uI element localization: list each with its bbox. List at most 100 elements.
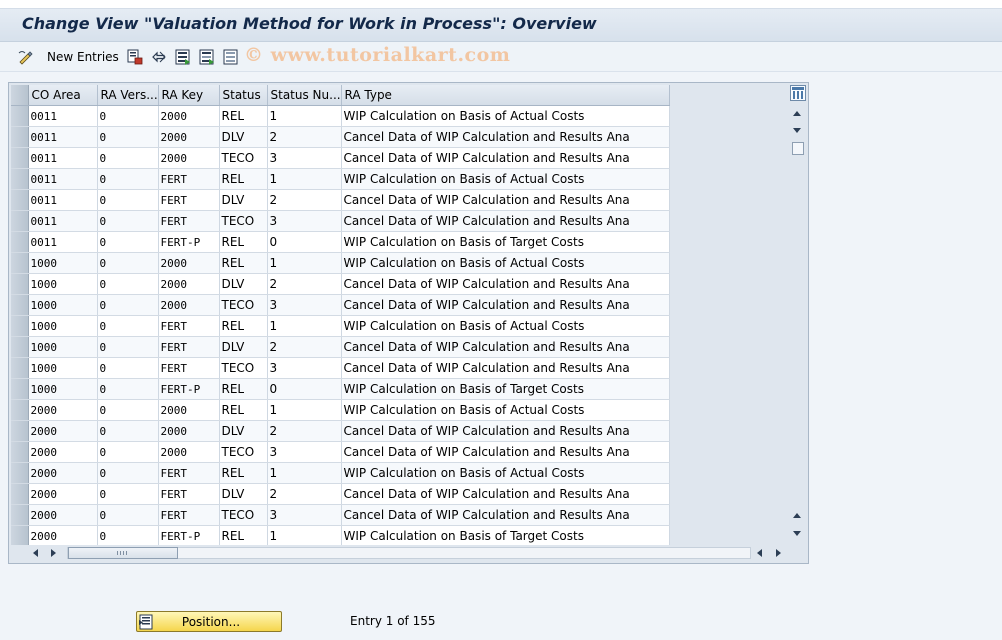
co-area-cell[interactable]: 2000 xyxy=(28,504,98,526)
ra-key-cell[interactable]: FERT xyxy=(158,210,220,232)
co-area-cell[interactable]: 0011 xyxy=(28,231,98,253)
scroll-left-arrow[interactable] xyxy=(33,549,38,557)
ra-version-cell[interactable]: 0 xyxy=(97,378,159,400)
ra-version-cell[interactable]: 0 xyxy=(97,336,159,358)
co-area-cell[interactable]: 0011 xyxy=(28,105,98,127)
status-cell[interactable]: REL xyxy=(219,525,268,547)
ra-type-cell[interactable]: WIP Calculation on Basis of Target Costs xyxy=(341,231,670,253)
ra-type-cell[interactable]: Cancel Data of WIP Calculation and Resul… xyxy=(341,147,670,169)
status-number-cell[interactable]: 2 xyxy=(267,273,342,295)
ra-key-cell[interactable]: 2000 xyxy=(158,252,220,274)
row-selector[interactable] xyxy=(11,273,29,295)
status-cell[interactable]: REL xyxy=(219,378,268,400)
co-area-cell[interactable]: 2000 xyxy=(28,462,98,484)
co-area-cell[interactable]: 2000 xyxy=(28,525,98,547)
co-area-cell[interactable]: 1000 xyxy=(28,273,98,295)
status-number-cell[interactable]: 1 xyxy=(267,525,342,547)
ra-type-cell[interactable]: Cancel Data of WIP Calculation and Resul… xyxy=(341,483,670,505)
status-number-cell[interactable]: 3 xyxy=(267,441,342,463)
ra-key-cell[interactable]: FERT xyxy=(158,504,220,526)
position-button[interactable]: Position... xyxy=(136,611,282,632)
scroll-page-down-arrow[interactable] xyxy=(793,531,801,536)
row-selector[interactable] xyxy=(11,504,29,526)
deselect-all-button[interactable] xyxy=(223,48,239,66)
ra-type-cell[interactable]: Cancel Data of WIP Calculation and Resul… xyxy=(341,273,670,295)
scroll-page-up-arrow[interactable] xyxy=(793,513,801,518)
row-selector[interactable] xyxy=(11,462,29,484)
co-area-cell[interactable]: 0011 xyxy=(28,168,98,190)
ra-type-cell[interactable]: WIP Calculation on Basis of Actual Costs xyxy=(341,105,670,127)
ra-version-cell[interactable]: 0 xyxy=(97,315,159,337)
ra-version-cell[interactable]: 0 xyxy=(97,420,159,442)
co-area-cell[interactable]: 0011 xyxy=(28,210,98,232)
ra-key-cell[interactable]: FERT xyxy=(158,483,220,505)
status-number-cell[interactable]: 1 xyxy=(267,168,342,190)
row-selector[interactable] xyxy=(11,378,29,400)
row-selector[interactable] xyxy=(11,441,29,463)
scroll-down-arrow[interactable] xyxy=(793,128,801,133)
row-selector[interactable] xyxy=(11,189,29,211)
ra-key-cell[interactable]: 2000 xyxy=(158,126,220,148)
row-selector[interactable] xyxy=(11,231,29,253)
row-selector[interactable] xyxy=(11,147,29,169)
ra-key-cell[interactable]: 2000 xyxy=(158,441,220,463)
ra-version-cell[interactable]: 0 xyxy=(97,210,159,232)
ra-type-cell[interactable]: Cancel Data of WIP Calculation and Resul… xyxy=(341,126,670,148)
co-area-cell[interactable]: 2000 xyxy=(28,483,98,505)
status-number-cell[interactable]: 0 xyxy=(267,231,342,253)
column-header-ra-type[interactable]: RA Type xyxy=(341,85,670,106)
ra-version-cell[interactable]: 0 xyxy=(97,483,159,505)
co-area-cell[interactable]: 0011 xyxy=(28,126,98,148)
ra-version-cell[interactable]: 0 xyxy=(97,231,159,253)
status-number-cell[interactable]: 2 xyxy=(267,126,342,148)
ra-version-cell[interactable]: 0 xyxy=(97,441,159,463)
ra-version-cell[interactable]: 0 xyxy=(97,273,159,295)
ra-version-cell[interactable]: 0 xyxy=(97,168,159,190)
ra-type-cell[interactable]: WIP Calculation on Basis of Actual Costs xyxy=(341,399,670,421)
row-selector[interactable] xyxy=(11,483,29,505)
ra-version-cell[interactable]: 0 xyxy=(97,126,159,148)
ra-version-cell[interactable]: 0 xyxy=(97,294,159,316)
status-number-cell[interactable]: 1 xyxy=(267,399,342,421)
status-number-cell[interactable]: 3 xyxy=(267,147,342,169)
status-cell[interactable]: REL xyxy=(219,231,268,253)
row-selector[interactable] xyxy=(11,336,29,358)
ra-type-cell[interactable]: WIP Calculation on Basis of Actual Costs xyxy=(341,315,670,337)
row-selector[interactable] xyxy=(11,420,29,442)
status-number-cell[interactable]: 2 xyxy=(267,483,342,505)
status-cell[interactable]: DLV xyxy=(219,126,268,148)
status-number-cell[interactable]: 2 xyxy=(267,420,342,442)
co-area-cell[interactable]: 1000 xyxy=(28,294,98,316)
select-all-rows-cell[interactable] xyxy=(11,85,29,106)
ra-key-cell[interactable]: 2000 xyxy=(158,105,220,127)
co-area-cell[interactable]: 1000 xyxy=(28,315,98,337)
column-header-status-number[interactable]: Status Nu... xyxy=(267,85,342,106)
co-area-cell[interactable]: 0011 xyxy=(28,147,98,169)
scroll-up-arrow[interactable] xyxy=(793,111,801,116)
select-all-button[interactable] xyxy=(175,48,191,66)
co-area-cell[interactable]: 0011 xyxy=(28,189,98,211)
column-header-status[interactable]: Status xyxy=(219,85,268,106)
column-settings-icon[interactable] xyxy=(790,85,806,101)
row-selector[interactable] xyxy=(11,126,29,148)
status-cell[interactable]: TECO xyxy=(219,147,268,169)
row-selector[interactable] xyxy=(11,252,29,274)
status-cell[interactable]: TECO xyxy=(219,357,268,379)
row-selector[interactable] xyxy=(11,105,29,127)
status-cell[interactable]: REL xyxy=(219,105,268,127)
ra-version-cell[interactable]: 0 xyxy=(97,525,159,547)
column-header-co-area[interactable]: CO Area xyxy=(28,85,98,106)
co-area-cell[interactable]: 1000 xyxy=(28,252,98,274)
ra-key-cell[interactable]: FERT-P xyxy=(158,378,220,400)
ra-key-cell[interactable]: FERT xyxy=(158,189,220,211)
status-number-cell[interactable]: 0 xyxy=(267,378,342,400)
ra-key-cell[interactable]: 2000 xyxy=(158,273,220,295)
undo-change-button[interactable] xyxy=(151,48,167,66)
vertical-scroll-thumb[interactable] xyxy=(792,142,804,155)
ra-type-cell[interactable]: WIP Calculation on Basis of Actual Costs xyxy=(341,462,670,484)
status-cell[interactable]: REL xyxy=(219,462,268,484)
status-cell[interactable]: REL xyxy=(219,315,268,337)
row-selector[interactable] xyxy=(11,168,29,190)
ra-version-cell[interactable]: 0 xyxy=(97,504,159,526)
status-number-cell[interactable]: 2 xyxy=(267,336,342,358)
